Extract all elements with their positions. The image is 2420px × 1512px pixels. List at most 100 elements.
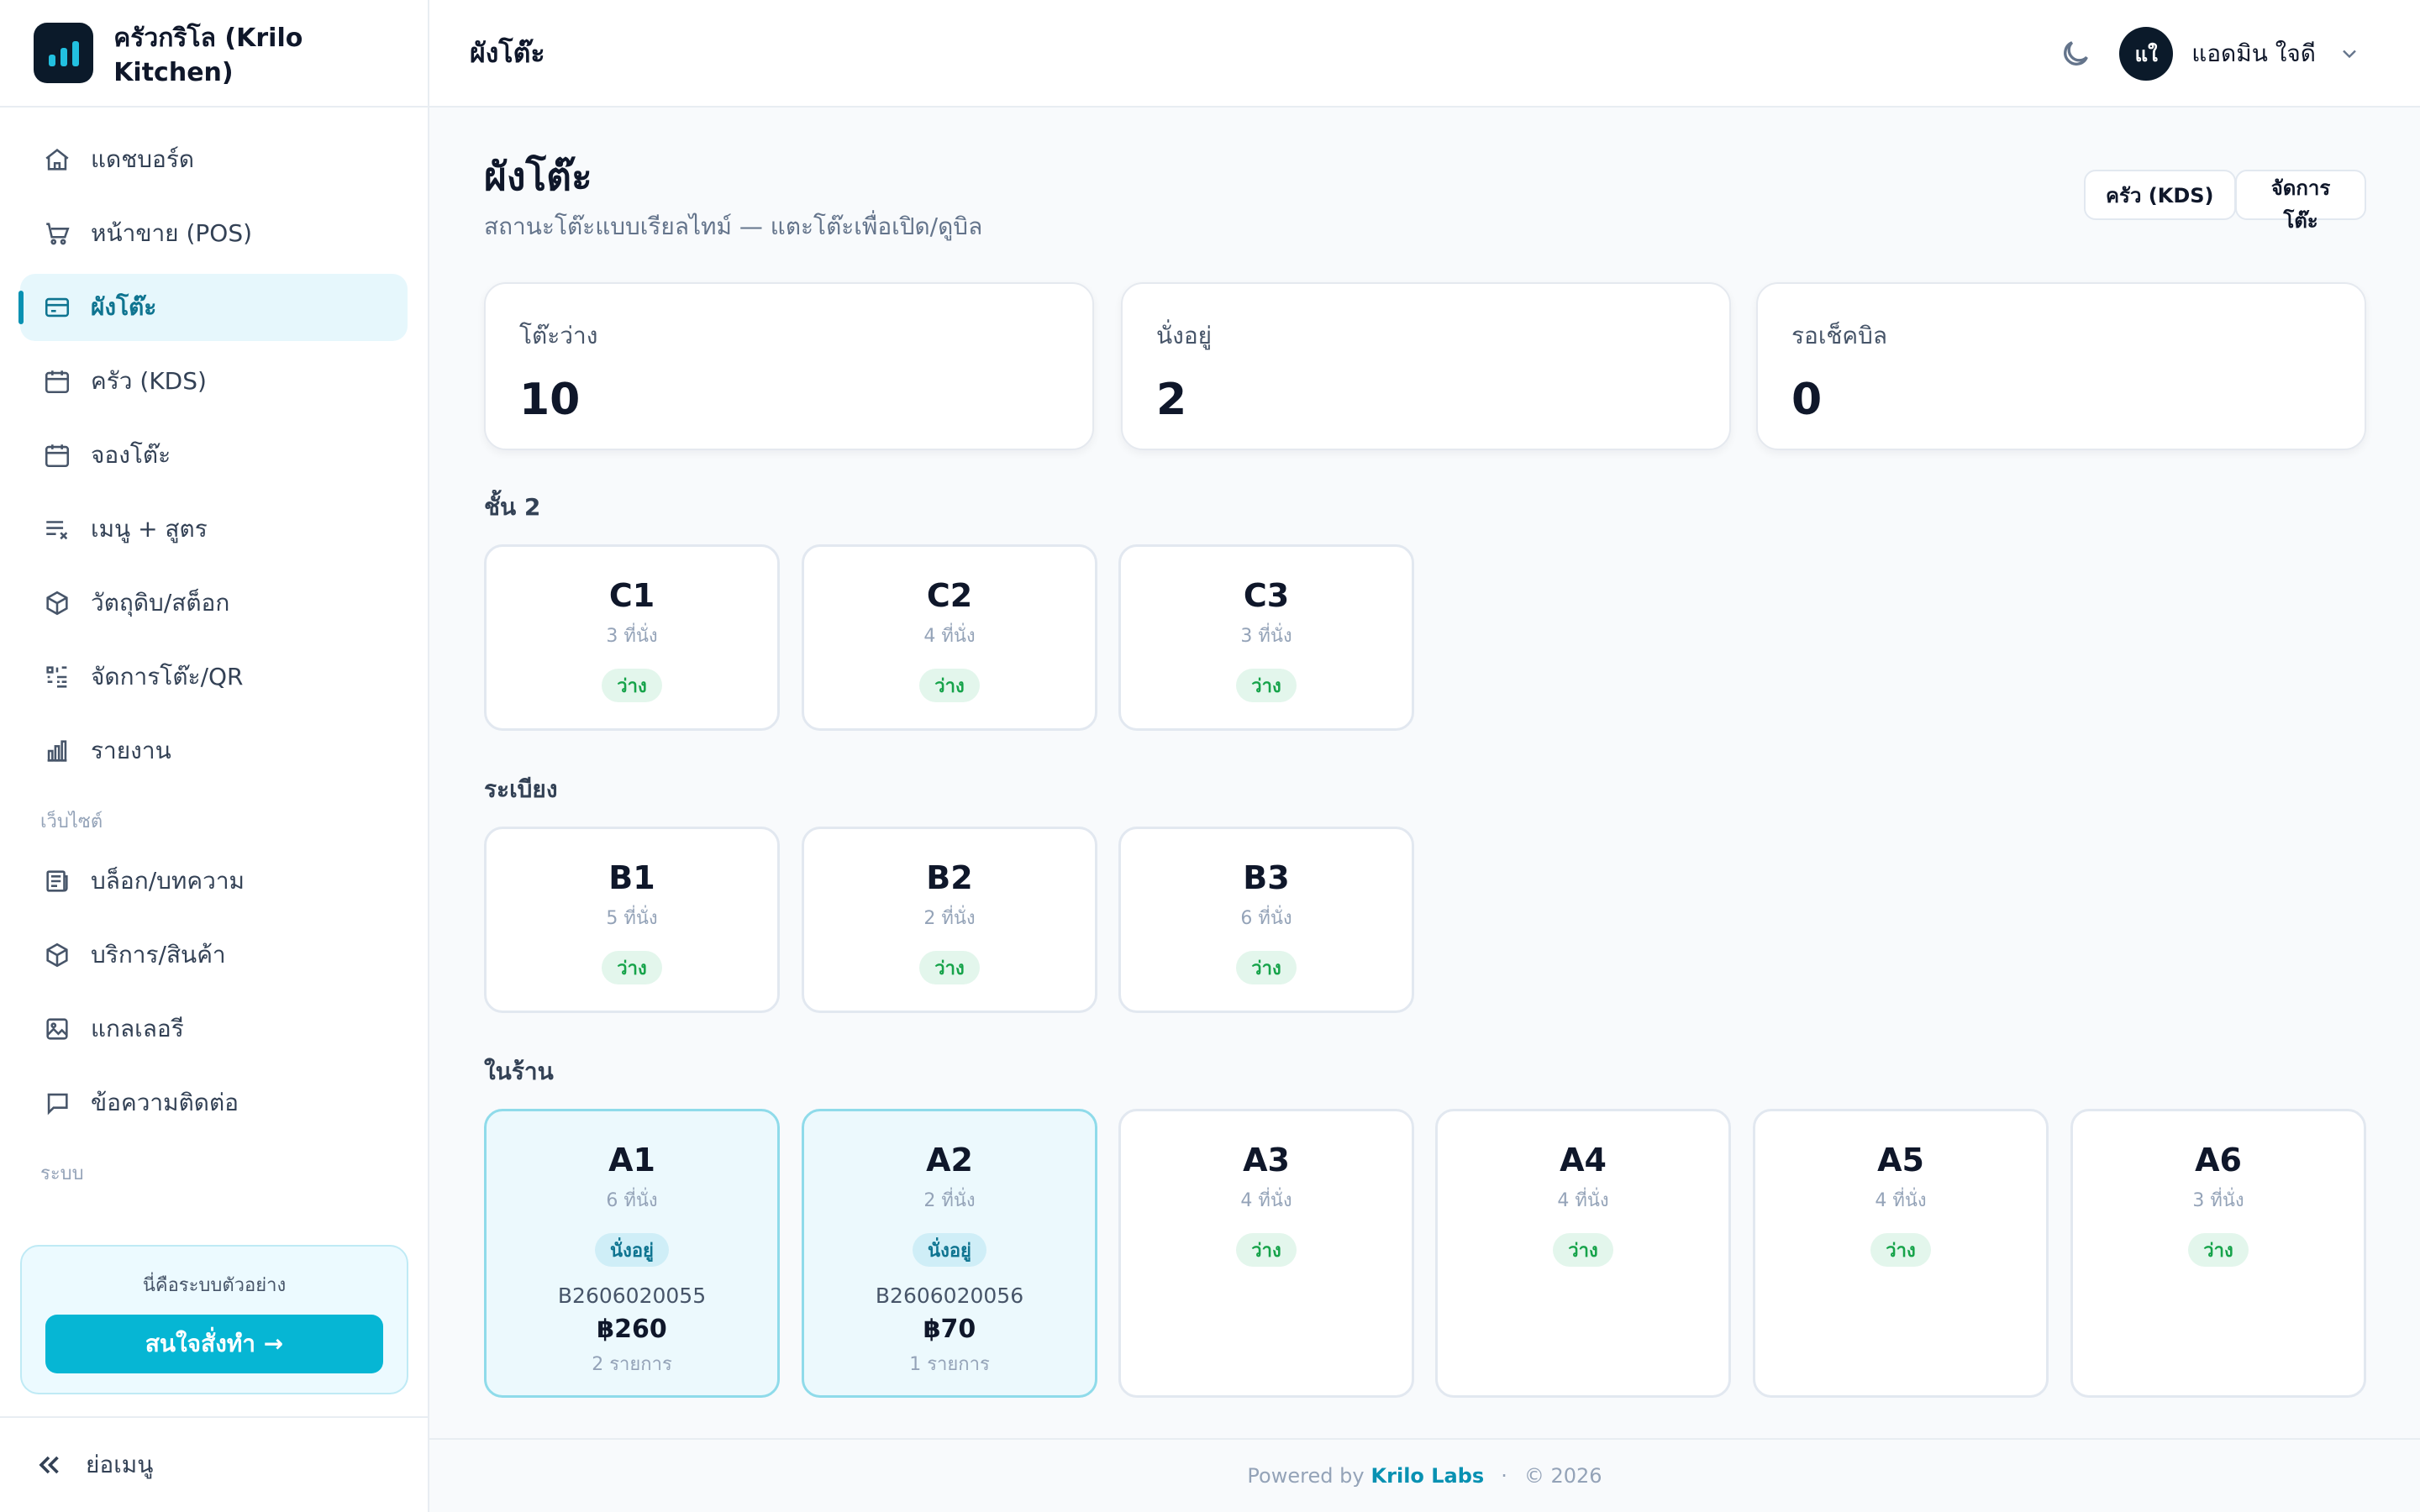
table-card-a3[interactable]: A3 4 ที่นั่ง ว่าง [1118,1109,1414,1398]
zone-label: ชั้น 2 [484,493,541,521]
status-badge: ว่าง [919,951,980,984]
collapse-menu-button[interactable]: ย่อเมนู [0,1416,428,1512]
sidebar-item-stock[interactable]: วัตถุดิบ/สต็อก [20,570,408,637]
brand-logo-icon [34,23,94,83]
table-card-a6[interactable]: A6 3 ที่นั่ง ว่าง [2070,1109,2366,1398]
status-badge: ว่าง [1236,1233,1297,1267]
status-badge: ว่าง [602,669,662,702]
sidebar-item-label: รายงาน [91,737,171,764]
sidebar-item-reservation[interactable]: จองโต๊ะ [20,422,408,489]
bill-number: B2606020056 [875,1284,1024,1308]
box-icon [42,940,72,970]
sidebar-nav: แดชบอร์ด หน้าขาย (POS) ผังโต๊ะ ครัว (KDS… [0,108,428,1188]
home-icon [42,144,72,175]
table-name: A6 [2195,1142,2242,1179]
calendar-icon [42,440,72,470]
user-menu[interactable]: แใ แอดมิน ใจดี [2119,27,2361,81]
table-card-c2[interactable]: C2 4 ที่นั่ง ว่าง [802,544,1097,731]
table-card-a1[interactable]: A1 6 ที่นั่ง นั่งอยู่ B2606020055 ฿260 2… [484,1109,780,1398]
newspaper-icon [42,866,72,896]
status-badge: ว่าง [1236,951,1297,984]
cart-icon [42,218,72,249]
footer-powered-by: Powered by [1247,1464,1365,1488]
status-badge: นั่งอยู่ [913,1233,986,1267]
table-seats: 4 ที่นั่ง [1557,1190,1609,1211]
zone-label: ระเบียง [484,775,558,803]
sidebar-item-label: จองโต๊ะ [91,441,171,469]
bill-item-count: 1 รายการ [909,1354,990,1375]
card-icon [42,292,72,323]
chevron-down-icon [2343,50,2356,59]
calendar-icon [42,366,72,396]
sidebar-item-label: จัดการโต๊ะ/QR [91,663,244,690]
stat-value: 0 [1791,375,1823,425]
chevrons-left-icon [39,1456,59,1474]
moon-icon [2064,41,2088,66]
table-name: B1 [608,859,655,896]
table-name: A4 [1560,1142,1607,1179]
list-x-icon [42,514,72,544]
sidebar-item-pos[interactable]: หน้าขาย (POS) [20,200,408,267]
table-seats: 3 ที่นั่ง [606,626,658,647]
sidebar-item-gallery[interactable]: แกลเลอรี [20,995,408,1063]
table-card-b1[interactable]: B1 5 ที่นั่ง ว่าง [484,827,780,1013]
table-name: B2 [926,859,973,896]
sidebar-item-menu[interactable]: เมนู + สูตร [20,496,408,563]
sidebar-item-label: ผังโต๊ะ [91,293,157,321]
table-seats: 4 ที่นั่ง [1875,1190,1927,1211]
sidebar-item-label: แกลเลอรี [91,1015,184,1042]
user-name: แอดมิน ใจดี [2191,39,2316,67]
sidebar-item-kds[interactable]: ครัว (KDS) [20,348,408,415]
table-seats: 5 ที่นั่ง [606,908,658,929]
sidebar-item-label: บล็อก/บทความ [91,867,245,895]
table-seats: 4 ที่นั่ง [923,626,976,647]
table-card-b3[interactable]: B3 6 ที่นั่ง ว่าง [1118,827,1414,1013]
table-card-a2[interactable]: A2 2 ที่นั่ง นั่งอยู่ B2606020056 ฿70 1 … [802,1109,1097,1398]
table-seats: 6 ที่นั่ง [1240,908,1292,929]
table-name: A5 [1877,1142,1924,1179]
page-title: ผังโต๊ะ [484,154,592,199]
table-card-b2[interactable]: B2 2 ที่นั่ง ว่าง [802,827,1097,1013]
table-name: A3 [1243,1142,1290,1179]
kds-button[interactable]: ครัว (KDS) [2084,170,2236,220]
sidebar-item-products[interactable]: บริการ/สินค้า [20,921,408,989]
manage-tables-button[interactable]: จัดการโต๊ะ [2235,170,2366,233]
sidebar-item-label: แดชบอร์ด [91,145,195,173]
footer-separator: · [1501,1464,1507,1488]
table-name: A2 [926,1142,973,1179]
sidebar-item-dashboard[interactable]: แดชบอร์ด [20,126,408,193]
bill-item-count: 2 รายการ [592,1354,672,1375]
demo-promo-card: นี่คือระบบตัวอย่าง สนใจสั่งทำ → [20,1245,408,1394]
sidebar-item-label: เมนู + สูตร [91,515,208,543]
table-seats: 2 ที่นั่ง [923,1190,976,1211]
table-card-a5[interactable]: A5 4 ที่นั่ง ว่าง [1753,1109,2049,1398]
status-badge: ว่าง [1870,1233,1931,1267]
page-subtitle: สถานะโต๊ะแบบเรียลไทม์ — แตะโต๊ะเพื่อเปิด… [484,213,983,240]
sidebar: ครัวกริโล (Krilo Kitchen) แดชบอร์ด หน้าข… [0,0,429,1512]
sidebar-item-blog[interactable]: บล็อก/บทความ [20,848,408,915]
sidebar-item-contact-messages[interactable]: ข้อความติดต่อ [20,1069,408,1137]
stat-label: รอเช็คบิล [1791,322,1888,349]
box-icon [42,588,72,618]
table-seats: 3 ที่นั่ง [1240,626,1292,647]
table-card-c1[interactable]: C1 3 ที่นั่ง ว่าง [484,544,780,731]
table-card-c3[interactable]: C3 3 ที่นั่ง ว่าง [1118,544,1414,731]
table-seats: 6 ที่นั่ง [606,1190,658,1211]
brand[interactable]: ครัวกริโล (Krilo Kitchen) [0,0,428,108]
sidebar-item-table-qr[interactable]: จัดการโต๊ะ/QR [20,643,408,711]
order-custom-button[interactable]: สนใจสั่งทำ → [45,1315,383,1373]
stat-card-occupied: นั่งอยู่ 2 [1121,282,1731,450]
sidebar-item-reports[interactable]: รายงาน [20,717,408,785]
promo-text: นี่คือระบบตัวอย่าง [142,1275,287,1296]
status-badge: ว่าง [2188,1233,2249,1267]
table-card-a4[interactable]: A4 4 ที่นั่ง ว่าง [1435,1109,1731,1398]
qr-icon [42,662,72,692]
sidebar-item-label: บริการ/สินค้า [91,941,226,969]
theme-toggle-button[interactable] [2059,37,2092,71]
zone-label: ในร้าน [484,1058,554,1085]
stat-value: 2 [1156,375,1187,425]
sidebar-section-system: ระบบ [40,1163,84,1184]
footer-brand-link[interactable]: Krilo Labs [1371,1464,1485,1488]
sidebar-item-table-map[interactable]: ผังโต๊ะ [18,274,408,341]
table-seats: 3 ที่นั่ง [2192,1190,2244,1211]
